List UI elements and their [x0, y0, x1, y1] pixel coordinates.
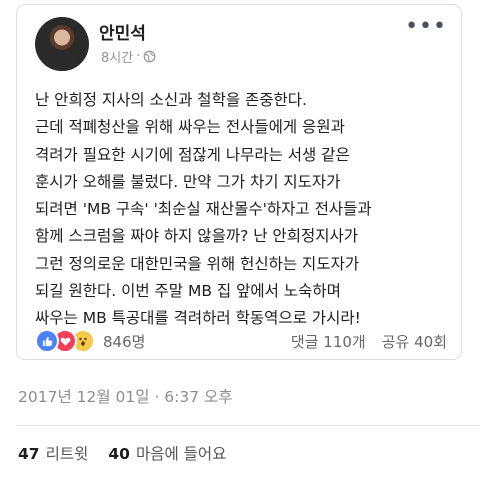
tweet-engagement: 47 리트윗 40 마음에 들어요	[18, 442, 240, 464]
author-name[interactable]: 안민석	[99, 19, 146, 44]
post-line: 되려면 'MB 구속' '최순실 재산몰수'하자고 전사들과	[35, 200, 372, 219]
tweet-timestamp[interactable]: 2017년 12월 01일 · 6:37 오후	[18, 385, 233, 407]
like-icon	[35, 329, 59, 353]
post-line: 되길 원한다. 이번 주말 MB 집 앞에서 노숙하며	[35, 282, 341, 301]
post-line: 훈시가 오해를 불렀다. 만약 그가 차기 지도자가	[35, 172, 341, 191]
post-line: 그런 정의로운 대한민국을 위해 헌신하는 지도자가	[35, 254, 360, 273]
post-line: 격려가 필요한 시기에 점잖게 나무라는 서생 같은	[35, 145, 350, 164]
author-avatar[interactable]	[35, 17, 89, 71]
post-line: 함께 스크럼을 짜야 하지 않을까? 난 안희정지사가	[35, 227, 358, 246]
meta-separator: ·	[136, 49, 141, 64]
post-line: 근데 적폐청산을 위해 싸우는 전사들에게 응원과	[35, 118, 345, 137]
comment-count-link[interactable]: 댓글 110개	[291, 331, 366, 352]
retweet-label[interactable]: 리트윗	[46, 442, 89, 464]
post-time[interactable]: 8시간	[101, 47, 133, 66]
like-count[interactable]: 40	[108, 445, 130, 463]
retweet-count[interactable]: 47	[18, 445, 40, 463]
more-options-icon[interactable]: •••	[405, 16, 447, 38]
post-meta: 8시간 ·	[101, 47, 156, 66]
divider	[16, 425, 480, 426]
post-stats: 댓글 110개 공유 40회	[291, 331, 447, 352]
reaction-count: 846명	[103, 332, 146, 351]
post-body: 난 안희정 지사의 소신과 철학을 존중한다. 근데 적폐청산을 위해 싸우는 …	[35, 87, 455, 333]
like-label[interactable]: 마음에 들어요	[136, 442, 227, 464]
reaction-summary[interactable]: 846명	[35, 329, 145, 353]
facebook-post-card: 안민석 8시간 · ••• 난 안희정 지사의 소신과 철학을 존중한다. 근데…	[16, 4, 462, 360]
share-count-link[interactable]: 공유 40회	[382, 331, 447, 352]
globe-icon	[143, 50, 156, 63]
post-line: 난 안희정 지사의 소신과 철학을 존중한다.	[35, 91, 307, 109]
